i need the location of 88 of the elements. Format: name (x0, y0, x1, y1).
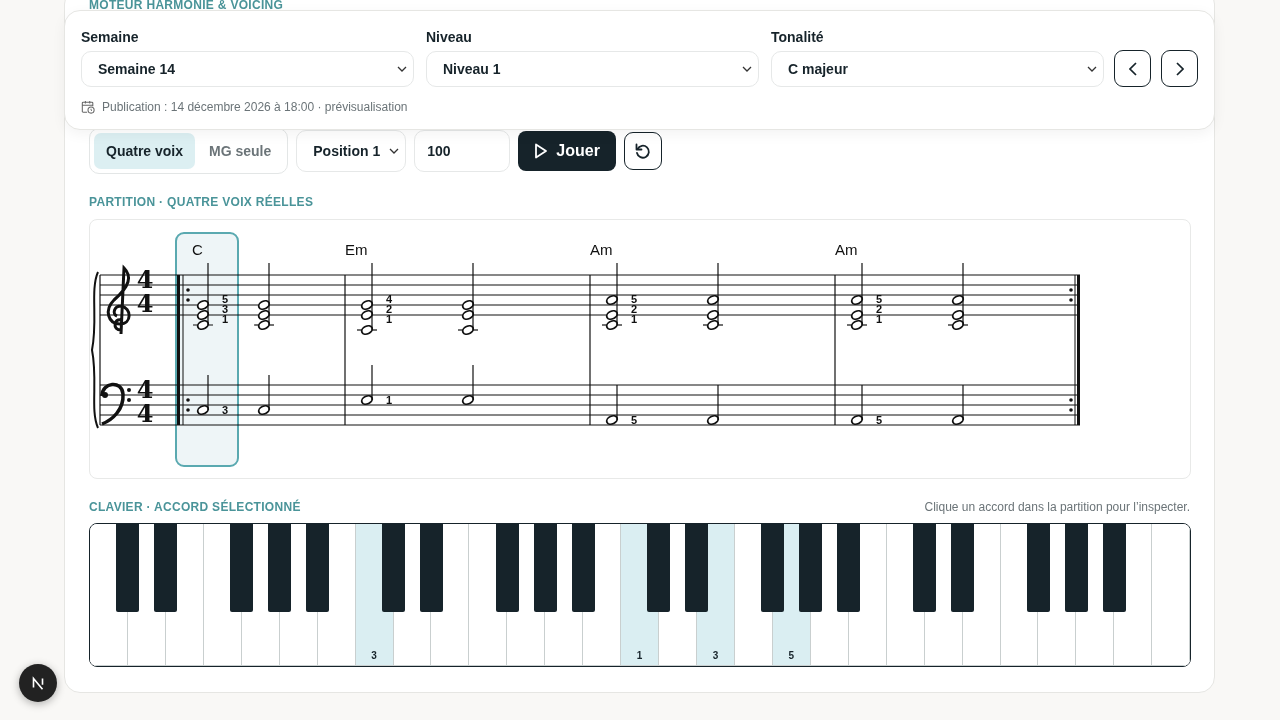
finger-number: 5 (788, 650, 795, 661)
section-heading: PARTITION · QUATRE VOIX RÉELLES (89, 195, 315, 209)
treble-chord-note (947, 262, 969, 331)
bass-note (196, 374, 210, 416)
next-button[interactable] (1161, 50, 1198, 87)
finger-number: 5 (875, 414, 883, 426)
chord-symbol[interactable]: C (192, 241, 203, 258)
chord-symbol[interactable]: Am (835, 241, 858, 258)
sharp-key[interactable] (116, 524, 140, 612)
bass-note (461, 364, 475, 406)
dev-badge-icon[interactable] (19, 664, 57, 702)
sharp-key[interactable] (419, 524, 443, 612)
finger-number: 4 (385, 293, 393, 305)
chord-symbol[interactable]: Am (590, 241, 613, 258)
level-select[interactable]: Niveau 1 (426, 51, 759, 87)
chevron-down-icon (1087, 66, 1097, 72)
chevron-down-icon (742, 66, 752, 72)
position-select[interactable]: Position 1 (296, 130, 407, 172)
sharp-key[interactable] (306, 524, 330, 612)
mode-tab[interactable]: MG seule (197, 133, 284, 169)
finger-number: 1 (385, 313, 393, 325)
treble-chord-note (192, 262, 214, 331)
bass-note (605, 384, 619, 426)
finger-number: 2 (385, 303, 393, 315)
sharp-key[interactable] (268, 524, 292, 612)
finger-number: 3 (221, 303, 229, 315)
bass-note (360, 364, 374, 406)
field-label: Niveau (426, 29, 473, 45)
finger-number: 1 (221, 313, 229, 325)
key-select[interactable]: C majeur (771, 51, 1104, 87)
sharp-key[interactable] (837, 524, 861, 612)
sharp-key[interactable] (912, 524, 936, 612)
play-button[interactable]: Jouer (518, 131, 616, 171)
chevron-left-icon (1128, 61, 1137, 76)
treble-chord-note (601, 262, 623, 331)
bass-note (850, 384, 864, 426)
finger-number: 3 (712, 650, 719, 661)
sharp-key[interactable] (685, 524, 709, 612)
sharp-key[interactable] (647, 524, 671, 612)
finger-number: 3 (371, 650, 377, 661)
sharp-key[interactable] (1102, 524, 1126, 612)
finger-number: 2 (875, 303, 883, 315)
finger-number: 5 (875, 293, 883, 305)
treble-chord-note (253, 262, 275, 331)
hint-text: Clique un accord dans la partition pour l’inspecter. (924, 500, 1190, 514)
calendar-clock-icon (81, 100, 95, 114)
mode-tab[interactable]: Quatre voix (94, 133, 196, 169)
sharp-key[interactable] (154, 524, 178, 612)
bass-note (706, 384, 720, 426)
sharp-key[interactable] (230, 524, 254, 612)
section-heading: CLAVIER · ACCORD SÉLECTIONNÉ (89, 500, 301, 514)
finger-number: 1 (636, 650, 643, 661)
sharp-key[interactable] (533, 524, 557, 612)
finger-number: 1 (875, 313, 883, 325)
reset-button[interactable] (623, 132, 662, 170)
play-icon (534, 143, 549, 159)
treble-chord-note (702, 262, 724, 331)
sharp-key[interactable] (799, 524, 823, 612)
sharp-key[interactable] (950, 524, 974, 612)
treble-chord-note (846, 262, 868, 331)
finger-number: 5 (630, 293, 638, 305)
finger-number: 3 (221, 404, 229, 416)
bass-note (257, 374, 271, 416)
previous-button[interactable] (1114, 50, 1151, 87)
finger-number: 5 (221, 293, 229, 305)
field-label: Tonalité (771, 29, 825, 45)
chevron-down-icon (397, 66, 407, 72)
sharp-key[interactable] (571, 524, 595, 612)
chord-symbol[interactable]: Em (345, 241, 368, 258)
sharp-key[interactable] (495, 524, 519, 612)
field-label: Semaine (81, 29, 140, 45)
sharp-key[interactable] (1064, 524, 1088, 612)
bass-clef-icon (100, 382, 131, 426)
finger-number: 1 (630, 313, 638, 325)
tempo-input[interactable]: 100 (414, 130, 511, 172)
sharp-key[interactable] (761, 524, 785, 612)
finger-number: 2 (630, 303, 638, 315)
week-select[interactable]: Semaine 14 (81, 51, 414, 87)
sharp-key[interactable] (1026, 524, 1050, 612)
bass-note (951, 384, 965, 426)
chevron-right-icon (1175, 61, 1184, 76)
sharp-key[interactable] (381, 524, 405, 612)
finger-number: 5 (630, 414, 638, 426)
treble-clef-icon (106, 266, 131, 336)
publication-text: Publication : 14 décembre 2026 à 18:00 · prévisualisation (102, 100, 408, 114)
section-heading: MOTEUR HARMONIE & VOICING (89, 0, 285, 11)
finger-number: 1 (385, 394, 393, 406)
chevron-down-icon (389, 148, 400, 154)
